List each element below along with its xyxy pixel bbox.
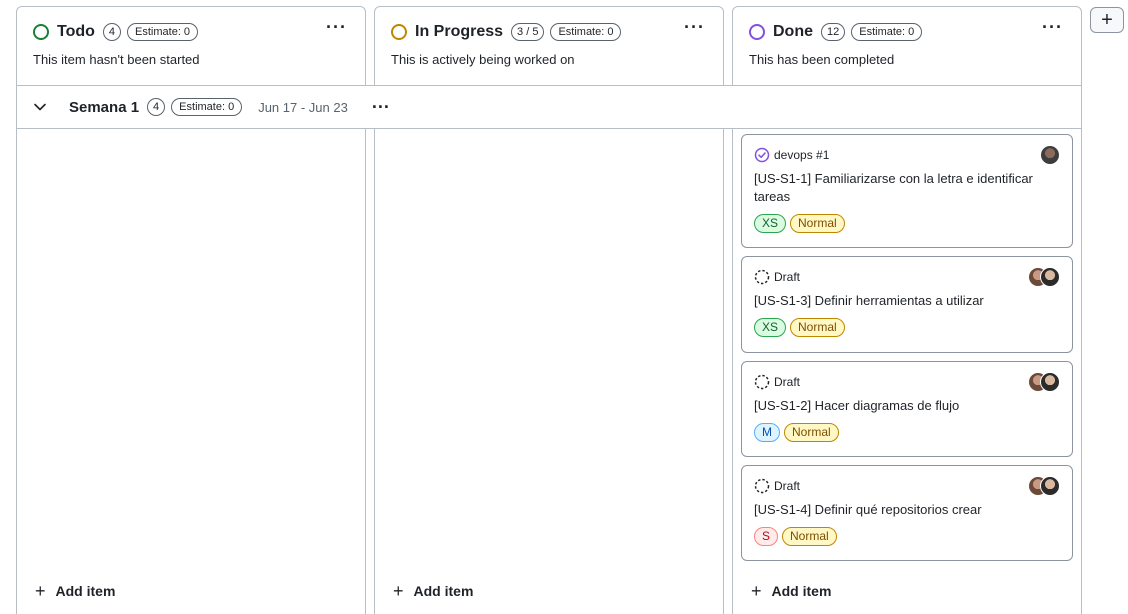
assignee-avatars[interactable] <box>1028 476 1060 496</box>
card-reference[interactable]: devops #1 <box>774 148 829 162</box>
size-label: M <box>754 423 780 442</box>
closed-issue-icon <box>754 147 770 163</box>
priority-label: Normal <box>784 423 839 442</box>
avatar[interactable] <box>1040 145 1060 165</box>
column-menu-button[interactable]: ··· <box>1042 17 1063 38</box>
column-header: Done 12 Estimate: 0 This has been comple… <box>733 7 1081 87</box>
add-item-button[interactable]: + Add item <box>393 581 474 601</box>
size-label: S <box>754 527 779 546</box>
column-title: Done <box>773 23 813 40</box>
card-item[interactable]: devops #1 [US-S1-1] Familiarizarse con l… <box>741 134 1073 248</box>
estimate-badge: Estimate: 0 <box>851 23 923 41</box>
assignee-avatars[interactable] <box>1028 372 1060 392</box>
avatar[interactable] <box>1040 267 1060 287</box>
assignee-avatars[interactable] <box>1040 145 1060 165</box>
group-estimate-badge: Estimate: 0 <box>171 98 243 116</box>
draft-icon <box>754 269 770 285</box>
chevron-down-icon[interactable] <box>33 100 47 114</box>
card-reference: Draft <box>774 479 801 493</box>
size-label: XS <box>754 318 787 337</box>
add-item-label: Add item <box>413 583 474 599</box>
column-description: This is actively being worked on <box>391 52 575 67</box>
card-item[interactable]: Draft [US-S1-4] Definir qué repositorios… <box>741 465 1073 561</box>
item-count-badge: 12 <box>821 23 846 41</box>
avatar[interactable] <box>1040 372 1060 392</box>
card-title[interactable]: [US-S1-3] Definir herramientas a utiliza… <box>754 292 1060 310</box>
draft-icon <box>754 374 770 390</box>
column-description: This item hasn't been started <box>33 52 200 67</box>
draft-icon <box>754 478 770 494</box>
priority-label: Normal <box>790 214 845 233</box>
card-item[interactable]: Draft [US-S1-2] Hacer diagramas de flujo… <box>741 361 1073 457</box>
group-title: Semana 1 <box>69 98 140 116</box>
priority-label: Normal <box>790 318 845 337</box>
card-title[interactable]: [US-S1-2] Hacer diagramas de flujo <box>754 397 1060 415</box>
plus-icon: + <box>751 581 762 601</box>
card-title[interactable]: [US-S1-1] Familiarizarse con la letra e … <box>754 170 1060 206</box>
group-count-badge: 4 <box>147 98 166 116</box>
card-reference: Draft <box>774 270 801 284</box>
plus-icon: + <box>393 581 404 601</box>
done-status-icon <box>749 24 765 40</box>
item-count-badge: 4 <box>102 23 122 41</box>
plus-icon: + <box>35 581 46 601</box>
column-menu-button[interactable]: ··· <box>684 17 705 38</box>
group-menu-button[interactable]: ··· <box>372 97 390 118</box>
add-item-button[interactable]: + Add item <box>751 581 832 601</box>
group-header-semana-1: Semana 1 4 Estimate: 0 Jun 17 - Jun 23 ·… <box>16 85 1082 129</box>
add-item-label: Add item <box>771 583 832 599</box>
card-item[interactable]: Draft [US-S1-3] Definir herramientas a u… <box>741 256 1073 353</box>
project-board: Todo 4 Estimate: 0 This item hasn't been… <box>0 0 1128 614</box>
estimate-badge: Estimate: 0 <box>550 23 622 41</box>
card-reference: Draft <box>774 375 801 389</box>
column-menu-button[interactable]: ··· <box>326 17 347 38</box>
add-item-label: Add item <box>55 583 116 599</box>
column-title: Todo <box>57 23 95 40</box>
add-column-button[interactable]: + <box>1090 7 1124 33</box>
priority-label: Normal <box>782 527 837 546</box>
column-header: Todo 4 Estimate: 0 This item hasn't been… <box>17 7 365 87</box>
todo-status-icon <box>33 24 49 40</box>
estimate-badge: Estimate: 0 <box>127 23 199 41</box>
column-description: This has been completed <box>749 52 895 67</box>
add-item-button[interactable]: + Add item <box>35 581 116 601</box>
avatar[interactable] <box>1040 476 1060 496</box>
in-progress-status-icon <box>391 24 407 40</box>
column-title: In Progress <box>415 23 504 40</box>
item-count-badge: 3 / 5 <box>511 23 545 41</box>
group-date-range: Jun 17 - Jun 23 <box>258 99 348 115</box>
card-title[interactable]: [US-S1-4] Definir qué repositorios crear <box>754 501 1060 519</box>
size-label: XS <box>754 214 787 233</box>
column-header: In Progress 3 / 5 Estimate: 0 This is ac… <box>375 7 723 87</box>
assignee-avatars[interactable] <box>1028 267 1060 287</box>
